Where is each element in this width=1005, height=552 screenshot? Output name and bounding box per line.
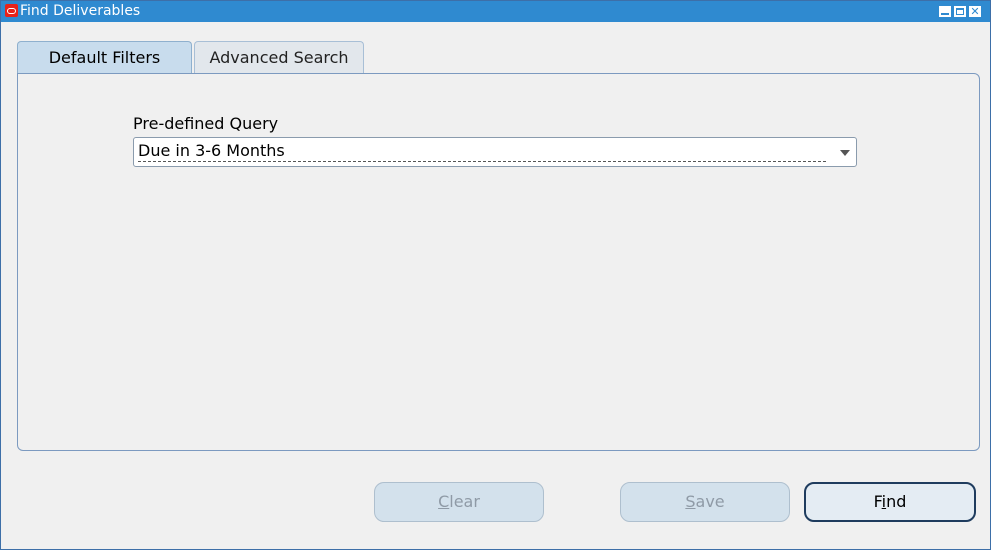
tab-advanced-search[interactable]: Advanced Search [194, 41, 364, 74]
clear-button-label: lear [449, 492, 480, 511]
find-button-label: nd [886, 492, 907, 511]
title-bar[interactable]: Find Deliverables ✕ [1, 1, 990, 22]
save-button-mnemonic: S [685, 492, 696, 511]
save-button[interactable]: Save [620, 482, 790, 522]
clear-button[interactable]: Clear [374, 482, 544, 522]
find-button[interactable]: Find [804, 482, 976, 522]
find-deliverables-window: Find Deliverables ✕ Default Filters Adva… [0, 0, 991, 550]
minimize-icon[interactable] [939, 6, 951, 17]
clear-button-mnemonic: C [438, 492, 450, 511]
save-button-label: ave [695, 492, 725, 511]
chevron-down-icon[interactable] [840, 150, 850, 156]
find-button-prefix: F [873, 492, 882, 511]
maximize-icon[interactable] [954, 6, 966, 17]
predefined-query-label: Pre-defined Query [133, 114, 279, 133]
window-title: Find Deliverables [20, 3, 141, 19]
close-icon[interactable]: ✕ [969, 6, 981, 17]
tab-default-filters[interactable]: Default Filters [17, 41, 192, 74]
predefined-query-value: Due in 3-6 Months [138, 141, 826, 162]
predefined-query-select[interactable]: Due in 3-6 Months [133, 137, 857, 167]
oracle-app-icon [5, 4, 18, 17]
